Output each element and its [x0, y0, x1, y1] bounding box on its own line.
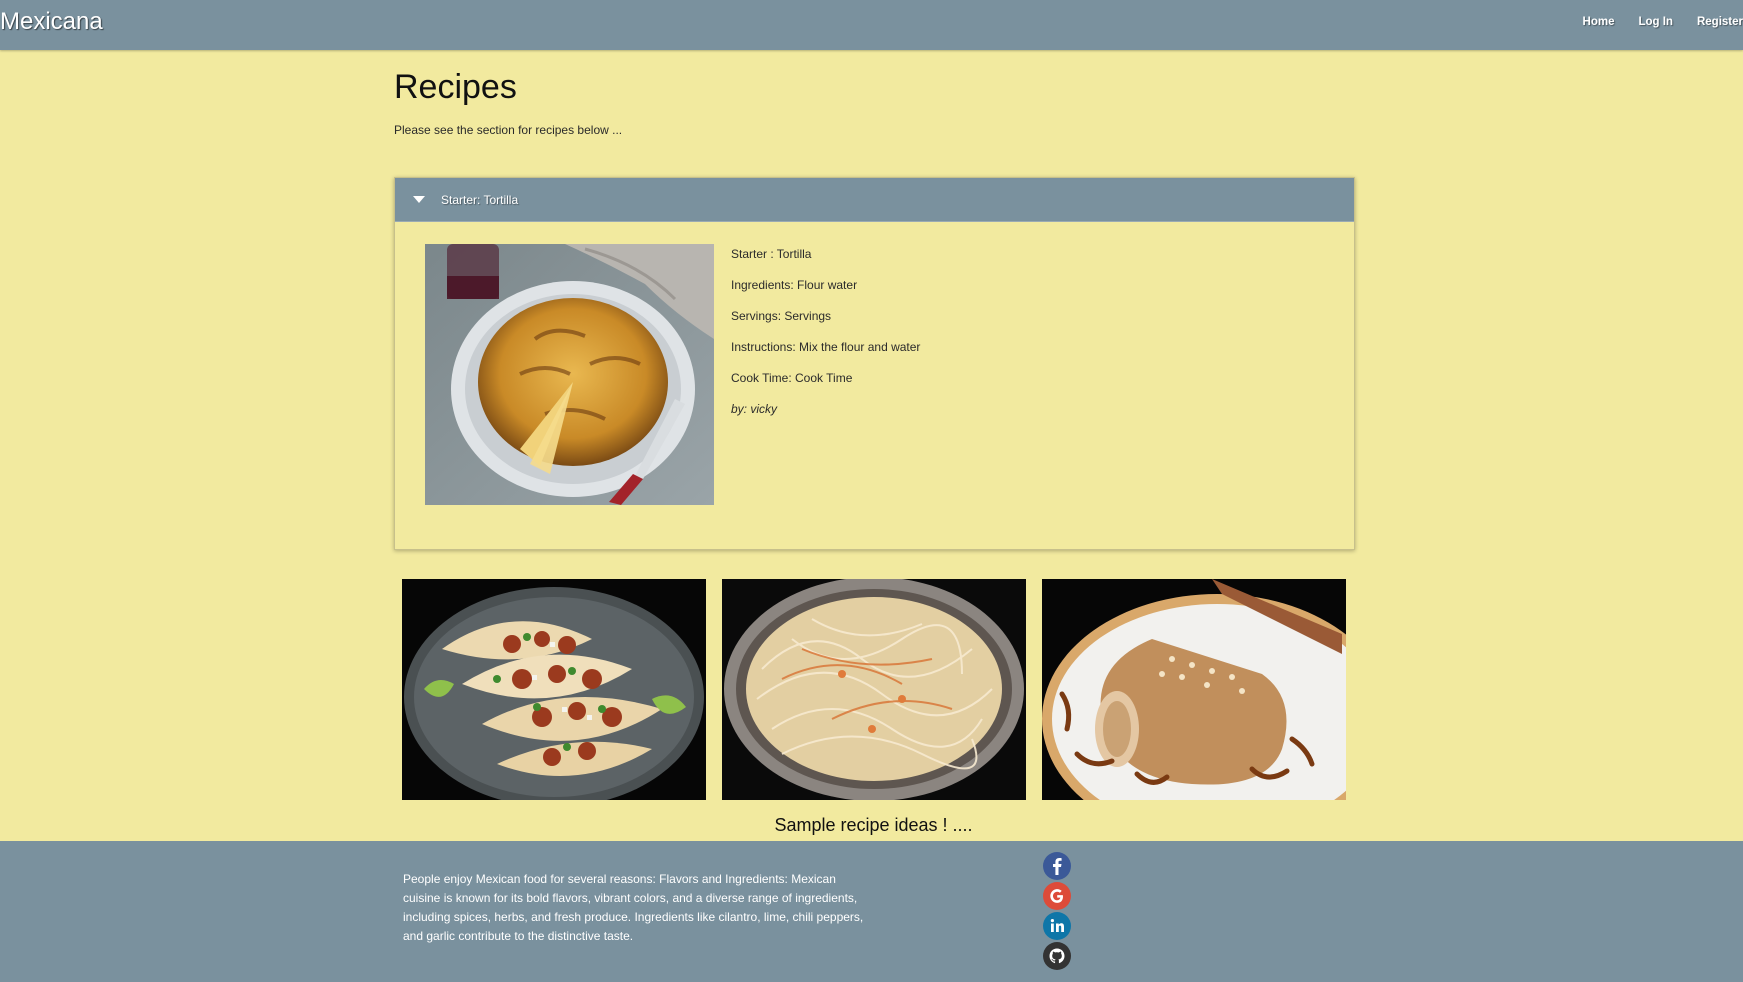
- page-subtitle: Please see the section for recipes below…: [394, 123, 623, 137]
- page-title: Recipes: [394, 68, 517, 106]
- recipe-starter: Starter : Tortilla: [731, 247, 812, 261]
- noodles-image: [722, 579, 1026, 800]
- gallery-caption: Sample recipe ideas ! ....: [774, 815, 973, 835]
- nav-register-link[interactable]: Register: [1697, 16, 1743, 28]
- recipe-ingredients: Ingredients: Flour water: [731, 278, 858, 292]
- nav-home-link[interactable]: Home: [1583, 16, 1615, 28]
- recipe-accordion: Starter: Tortilla Starter: Tortilla Ing…: [394, 177, 1355, 550]
- accordion-header[interactable]: Starter: Tortilla: [395, 178, 1354, 222]
- linkedin-icon: [1043, 912, 1071, 940]
- caret-down-icon: [413, 196, 425, 203]
- footer: People enjoy Mexican food for several re…: [0, 841, 1743, 982]
- navbar: Mexicana Home Log In Register: [0, 0, 1743, 50]
- nav-login-link[interactable]: Log In: [1638, 16, 1673, 28]
- google-icon: [1043, 882, 1071, 910]
- linkedin-link[interactable]: [1042, 911, 1072, 941]
- footer-text: People enjoy Mexican food for several re…: [403, 872, 864, 943]
- recipe-author: by: vicky: [731, 402, 778, 416]
- recipe-instructions: Instructions: Mix the flour and water: [731, 340, 921, 354]
- nav-links: Home Log In Register: [1559, 0, 1743, 44]
- recipe-cook-time: Cook Time: Cook Time: [731, 371, 853, 385]
- accordion-title: Starter: Tortilla: [441, 192, 519, 207]
- tortilla-image: [425, 244, 714, 505]
- github-link[interactable]: [1042, 941, 1072, 971]
- google-link[interactable]: [1042, 881, 1072, 911]
- facebook-link[interactable]: [1042, 851, 1072, 881]
- dessert-image: [1042, 579, 1346, 800]
- tacos-image: [402, 579, 706, 800]
- facebook-icon: [1043, 852, 1071, 880]
- recipe-details: Starter : Tortilla Ingredients: Flour wa…: [731, 247, 920, 433]
- github-icon: [1043, 942, 1071, 970]
- recipe-servings: Servings: Servings: [731, 309, 832, 323]
- social-links: [1042, 851, 1072, 971]
- brand-logo[interactable]: Mexicana: [0, 8, 103, 36]
